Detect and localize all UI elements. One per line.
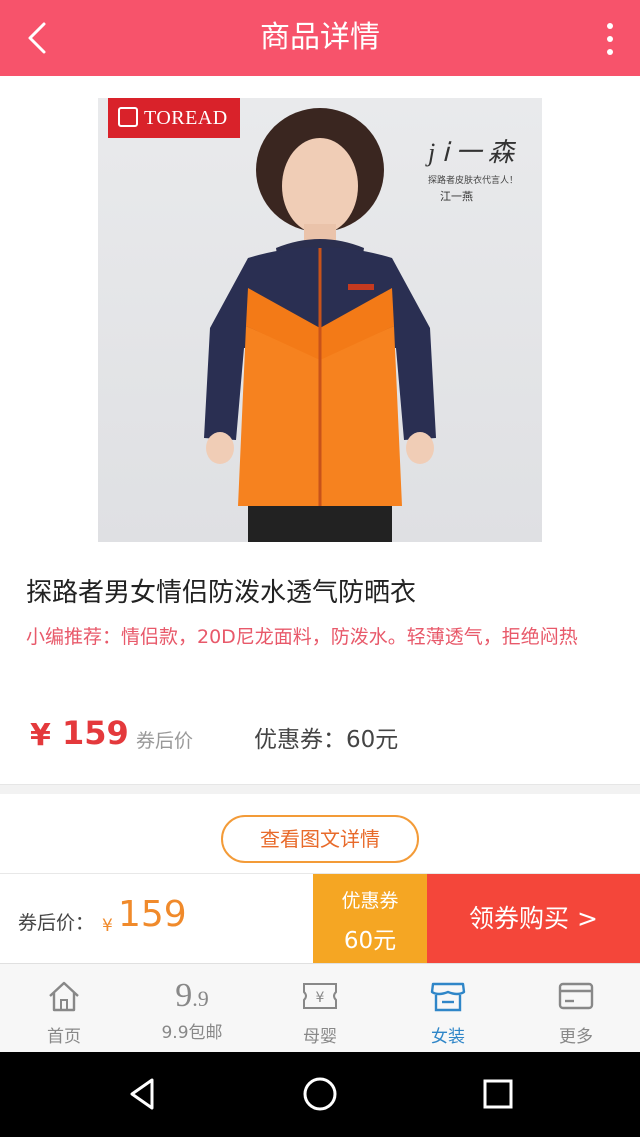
buy-bar-price: 159 [118, 894, 187, 935]
nav-back-icon[interactable] [122, 1074, 162, 1114]
editor-recommendation: 小编推荐：情侣款，20D尼龙面料，防泼水。轻薄透气，拒绝闷热 [26, 626, 578, 648]
currency-symbol: ¥ [30, 718, 51, 753]
after-coupon-label: 券后价： [18, 912, 95, 934]
tab-home[interactable]: 首页 [0, 964, 128, 1053]
product-image[interactable]: TOREAD j ⅰ 一 森 探路者皮肤衣代言人！ 江一燕 [98, 98, 542, 542]
baby-icon: ¥ [303, 983, 337, 1009]
app-header: 商品详情 [0, 0, 640, 76]
page-title: 商品详情 [260, 20, 380, 55]
tab-nine-nine[interactable]: 9.9 9.9包邮 [128, 964, 256, 1053]
coupon-amount: 优惠券：60元 [254, 727, 399, 753]
more-options-icon[interactable] [604, 20, 616, 58]
svg-text:¥: ¥ [316, 990, 325, 1006]
price-note: 券后价 [136, 730, 194, 752]
get-coupon-buy-button[interactable]: 领券购买 > [427, 874, 640, 964]
store-icon [430, 982, 466, 1012]
price-row: ¥ 159 券后价 优惠券：60元 [30, 712, 630, 758]
tab-womens[interactable]: 女装 [384, 964, 512, 1053]
section-divider [0, 784, 640, 794]
tab-baby[interactable]: ¥ 母婴 [256, 964, 384, 1053]
price-value: 159 [62, 714, 129, 752]
buy-bar: 券后价： ¥ 159 优惠券 60元 领券购买 > [0, 873, 640, 964]
view-details-button[interactable]: 查看图文详情 [221, 815, 419, 863]
bottom-tab-bar: 首页 9.9 9.9包邮 ¥ 母婴 女装 更多 [0, 963, 640, 1052]
nav-home-icon[interactable] [300, 1074, 340, 1114]
tab-more[interactable]: 更多 [512, 964, 640, 1053]
coupon-box[interactable]: 优惠券 60元 [313, 874, 427, 964]
product-title: 探路者男女情侣防泼水透气防晒衣 [26, 578, 417, 608]
coupon-label: 优惠券 [341, 890, 399, 912]
coupon-value: 60元 [343, 928, 397, 954]
nine-nine-icon: 9.9 [175, 977, 209, 1014]
nav-recents-icon[interactable] [478, 1074, 518, 1114]
endorser-signature: j ⅰ 一 森 探路者皮肤衣代言人！ 江一燕 [428, 138, 519, 203]
buy-bar-currency: ¥ [102, 916, 113, 936]
brand-logo: TOREAD [108, 98, 240, 138]
card-icon [558, 982, 594, 1010]
system-navigation-bar [0, 1052, 640, 1137]
home-icon [49, 981, 79, 1012]
